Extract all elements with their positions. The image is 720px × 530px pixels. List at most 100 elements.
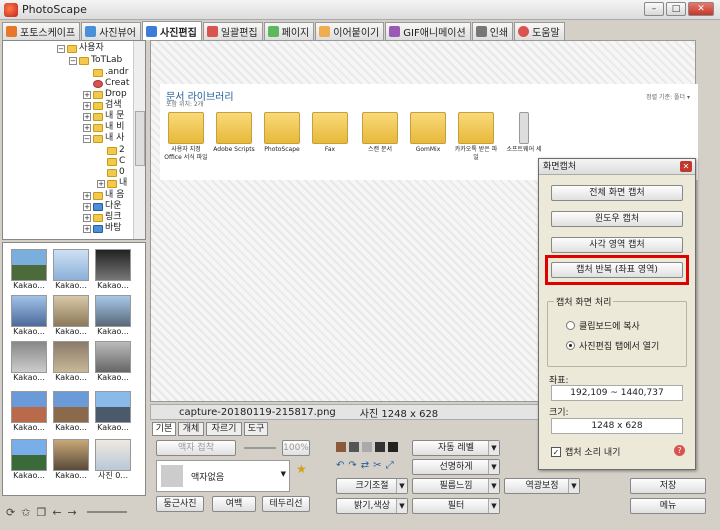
folder-open-icon[interactable]: ❐ [36,506,46,519]
margin-button[interactable]: 여백 [212,496,256,512]
thumbnail-item[interactable]: Kakao... [53,341,89,385]
chevron-down-icon[interactable]: ▼ [488,441,499,455]
tab-crop[interactable]: 자르기 [206,422,242,436]
thumbnail-item[interactable]: Kakao... [53,249,89,293]
sharpen-button[interactable]: 선명하게 ▼ [412,459,500,475]
expand-icon[interactable]: + [83,90,91,99]
capture-repeat-button[interactable]: 캡처 반복 (좌표 영역) [551,262,683,278]
collapse-icon[interactable]: − [57,44,65,53]
round-photo-button[interactable]: 둥근사진 [156,496,204,512]
collapse-icon[interactable]: − [69,56,77,65]
tab-combine[interactable]: 이어붙이기 [315,22,385,40]
zoom-slider[interactable] [86,511,127,513]
tab-gif[interactable]: GIF애니메이션 [385,22,471,40]
tree-item[interactable]: 2 [107,145,125,156]
thumbnail-item[interactable]: Kakao... [11,341,47,385]
help-icon[interactable]: ? [674,445,685,456]
save-button[interactable]: 저장 [630,478,706,494]
color-swatch-icon[interactable] [375,442,385,452]
tree-scrollbar[interactable] [133,41,145,239]
chevron-down-icon[interactable]: ▼ [396,499,407,513]
tree-item[interactable]: − 내 사 [83,133,124,144]
tab-help[interactable]: 도움말 [514,22,565,40]
tree-item[interactable]: + 다운 [83,201,122,212]
rotate-right-icon[interactable]: ↷ [348,460,356,471]
menu-button[interactable]: 메뉴 [630,498,706,514]
expand-icon[interactable]: + [83,202,91,211]
tab-tools[interactable]: 도구 [244,422,268,436]
chevron-down-icon[interactable]: ▼ [488,460,499,474]
border-button[interactable]: 테두리선 [262,496,310,512]
maximize-button[interactable]: □ [666,2,686,16]
frame-attach-button[interactable]: 액자 접착 [156,440,236,456]
tree-item[interactable]: .andr [93,67,129,78]
crop-icon[interactable]: ✂ [373,460,381,471]
tab-viewer[interactable]: 사진뷰어 [81,22,142,40]
thumbnail-item[interactable]: Kakao... [95,295,131,339]
thumbnail-item[interactable]: Kakao... [11,391,47,435]
tree-item[interactable]: + 검색 [83,100,122,111]
expand-icon[interactable]: + [83,191,91,200]
refresh-icon[interactable]: ⟳ [6,506,15,519]
capture-full-screen-button[interactable]: 전체 화면 캡처 [551,185,683,201]
tree-item[interactable]: + Drop [83,89,127,100]
tree-item[interactable]: + 링크 [83,212,122,223]
backlight-button[interactable]: 역광보정 ▼ [504,478,580,494]
chevron-down-icon[interactable]: ▼ [396,479,407,493]
tab-editor[interactable]: 사진편집 [142,21,202,40]
brightness-button[interactable]: 밝기,색상 ▼ [336,498,408,514]
auto-level-button[interactable]: 자동 레벨 ▼ [412,440,500,456]
thumbnail-item[interactable]: Kakao... [11,439,47,483]
favorite-frame-icon[interactable]: ★ [296,462,307,476]
tab-photoscape[interactable]: 포토스케이프 [2,22,81,40]
frame-select[interactable]: 액자없음 ▼ [156,460,290,492]
thumbnail-item[interactable]: Kakao... [53,391,89,435]
color-swatch-icon[interactable] [349,442,359,452]
color-swatch-icon[interactable] [336,442,346,452]
thumbnail-item[interactable]: Kakao... [95,249,131,293]
tree-item[interactable]: + 내 문 [83,111,124,122]
radio-clipboard[interactable]: 클립보드에 복사 [566,319,640,332]
frame-slider[interactable] [244,447,276,449]
flip-icon[interactable]: ⇄ [361,460,369,471]
tree-item[interactable]: − 사용자 [57,43,104,54]
capture-region-button[interactable]: 사각 영역 캡처 [551,237,683,253]
filter-button[interactable]: 필터 ▼ [412,498,500,514]
tree-item[interactable]: 0 [107,167,125,178]
tree-item[interactable]: + 내 음 [83,190,124,201]
tree-item[interactable]: + 내 [97,178,127,189]
capture-window-button[interactable]: 윈도우 캡처 [551,211,683,227]
collapse-icon[interactable]: − [83,134,91,143]
thumbnail-item[interactable]: Kakao... [95,341,131,385]
chevron-down-icon[interactable]: ▼ [488,479,499,493]
forward-icon[interactable]: → [68,506,77,519]
resize-button[interactable]: 크기조절 ▼ [336,478,408,494]
folder-tree[interactable]: − 사용자 − ToTLab .andr Creat + Drop + 검색 + 내 문 … [2,40,146,240]
chevron-down-icon[interactable]: ▼ [568,479,579,493]
back-icon[interactable]: ← [52,506,61,519]
close-button[interactable]: ✕ [688,2,714,16]
tree-item[interactable]: Creat [93,78,129,89]
color-swatch-icon[interactable] [388,442,398,452]
percent-field[interactable]: 100% [282,440,310,456]
thumbnail-item[interactable]: Kakao... [11,295,47,339]
expand-icon[interactable]: + [83,112,91,121]
thumbnail-item[interactable]: Kakao... [53,439,89,483]
tree-item[interactable]: + 바탕 [83,223,122,234]
tree-item[interactable]: + 내 비 [83,122,124,133]
expand-icon[interactable]: + [83,224,91,233]
resize-icon[interactable]: ⤢ [386,460,394,471]
chevron-down-icon[interactable]: ▼ [488,499,499,513]
rotate-left-icon[interactable]: ↶ [336,460,344,471]
expand-icon[interactable]: + [83,123,91,132]
tab-object[interactable]: 개체 [178,422,204,436]
expand-icon[interactable]: + [97,179,105,188]
tab-page[interactable]: 페이지 [263,22,315,40]
thumbnail-item[interactable]: Kakao... [11,249,47,293]
film-button[interactable]: 필름느낌 ▼ [412,478,500,494]
thumbnail-item[interactable]: 사진 0... [95,439,131,483]
expand-icon[interactable]: + [83,213,91,222]
tree-scroll-thumb[interactable] [135,111,145,166]
tree-item[interactable]: − ToTLab [69,55,122,66]
color-swatch-icon[interactable] [362,442,372,452]
